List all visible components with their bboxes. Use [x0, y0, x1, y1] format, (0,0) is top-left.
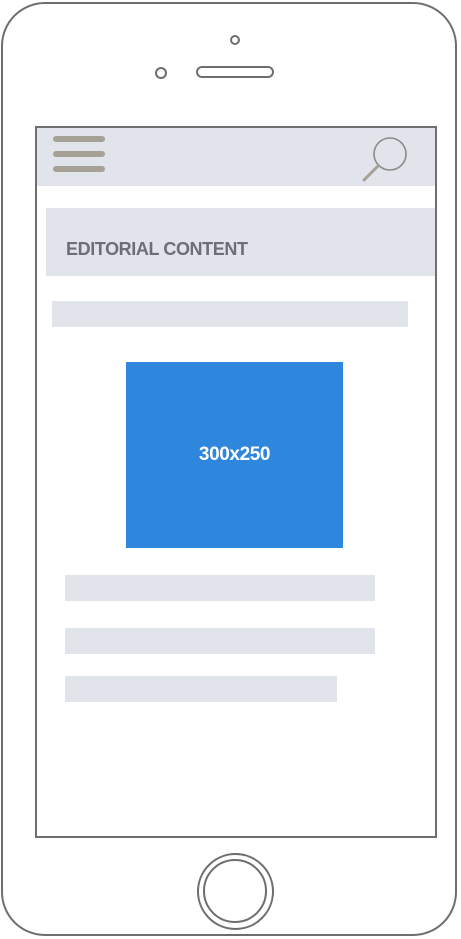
ad-placeholder: 300x250 [126, 362, 343, 548]
menu-line [53, 151, 105, 157]
ad-size-label: 300x250 [198, 444, 271, 465]
search-icon[interactable] [359, 134, 409, 182]
text-placeholder-line [65, 628, 375, 654]
text-placeholder-line [52, 301, 408, 327]
text-placeholder-line [65, 676, 337, 702]
editorial-content-label: EDITORIAL CONTENT [66, 239, 248, 259]
phone-screen: EDITORIAL CONTENT 300x250 [35, 126, 437, 838]
editorial-content-block: EDITORIAL CONTENT [46, 208, 435, 276]
earpiece-speaker [196, 66, 274, 78]
top-navigation-bar [37, 128, 435, 186]
proximity-sensor [155, 67, 167, 79]
front-camera [230, 35, 240, 45]
hamburger-menu-icon[interactable] [53, 136, 105, 174]
home-button-ring [203, 859, 267, 923]
menu-line [53, 166, 105, 172]
home-button[interactable] [197, 853, 274, 930]
text-placeholder-line [65, 575, 375, 601]
menu-line [53, 136, 105, 142]
